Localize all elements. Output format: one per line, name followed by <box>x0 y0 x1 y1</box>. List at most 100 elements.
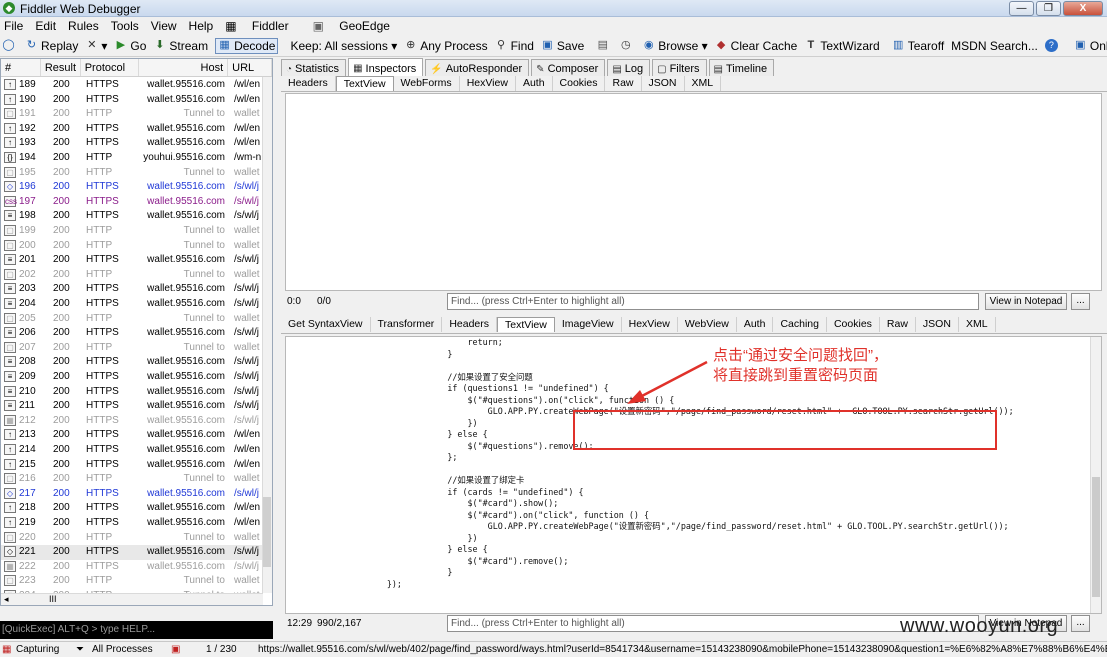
table-row[interactable]: ↑ 215 200 HTTPS wallet.95516.com/wl/en <box>1 458 263 473</box>
any-process-button[interactable]: ⊕ Any Process <box>404 39 487 53</box>
response-tab-get-syntaxview[interactable]: Get SyntaxView <box>281 317 371 332</box>
response-tab-textview[interactable]: TextView <box>497 317 555 332</box>
table-row[interactable]: ▦ 222 200 HTTPS wallet.95516.com/s/wl/j <box>1 560 263 575</box>
request-tab-auth[interactable]: Auth <box>516 76 553 91</box>
response-tab-xml[interactable]: XML <box>959 317 996 332</box>
scrollbar-thumb[interactable] <box>263 497 271 567</box>
help-button[interactable]: ? <box>1044 39 1061 52</box>
tab-statistics[interactable]: ◔ Statistics <box>281 59 347 76</box>
col-header-host[interactable]: Host <box>139 59 229 76</box>
response-tab-headers[interactable]: Headers <box>442 317 498 332</box>
textwizard-button[interactable]: T TextWizard <box>804 39 879 53</box>
remove-button[interactable]: ✕ ▾ <box>85 39 107 53</box>
request-text-view[interactable] <box>285 93 1102 291</box>
online-button[interactable]: ▣Online <box>1074 39 1107 53</box>
stream-button[interactable]: ⬇ Stream <box>153 39 208 53</box>
table-row[interactable]: ≡ 211 200 HTTPS wallet.95516.com/s/wl/j <box>1 399 263 414</box>
menu-help[interactable]: Help <box>189 19 214 33</box>
table-row[interactable]: ↑ 189 200 HTTPS wallet.95516.com/wl/en <box>1 78 263 93</box>
table-row[interactable]: ◇ 217 200 HTTPS wallet.95516.com/s/wl/j <box>1 487 263 502</box>
menu-edit[interactable]: Edit <box>35 19 56 33</box>
comment-button[interactable]: ◯ <box>2 39 18 52</box>
response-tab-cookies[interactable]: Cookies <box>827 317 880 332</box>
response-text-view[interactable]: return; } //如果设置了安全问题 if (questions1 != … <box>285 336 1102 614</box>
table-row[interactable]: ▢ 200 200 HTTP Tunnel to wallet <box>1 239 263 254</box>
table-row[interactable]: ▢ 207 200 HTTP Tunnel to wallet <box>1 341 263 356</box>
table-row[interactable]: ↑ 219 200 HTTPS wallet.95516.com/wl/en <box>1 516 263 531</box>
table-row[interactable]: {} 194 200 HTTP youhui.95516.com/wm-n <box>1 151 263 166</box>
tab-composer[interactable]: ✎ Composer <box>531 59 606 76</box>
table-row[interactable]: ◇ 221 200 HTTPS wallet.95516.com/s/wl/j <box>1 545 263 560</box>
request-tab-headers[interactable]: Headers <box>281 76 336 91</box>
table-row[interactable]: ≡ 204 200 HTTPS wallet.95516.com/s/wl/j <box>1 297 263 312</box>
msdn-search-field[interactable]: MSDN Search... <box>951 39 1038 53</box>
response-tab-auth[interactable]: Auth <box>737 317 774 332</box>
table-row[interactable]: ≡ 203 200 HTTPS wallet.95516.com/s/wl/j <box>1 282 263 297</box>
col-header-num[interactable]: # <box>1 59 41 76</box>
maximize-button[interactable]: ❐ <box>1036 1 1061 16</box>
menu-view[interactable]: View <box>151 19 177 33</box>
request-tab-hexview[interactable]: HexView <box>460 76 516 91</box>
quickexec-input[interactable]: [QuickExec] ALT+Q > type HELP... <box>0 621 273 639</box>
decode-button[interactable]: ▦ Decode <box>215 37 279 54</box>
table-row[interactable]: ↑ 213 200 HTTPS wallet.95516.com/wl/en <box>1 428 263 443</box>
table-row[interactable]: ≡ 201 200 HTTPS wallet.95516.com/s/wl/j <box>1 253 263 268</box>
minimize-button[interactable]: — <box>1009 1 1034 16</box>
replay-button[interactable]: ↻ Replay <box>25 39 78 53</box>
table-row[interactable]: ↑ 193 200 HTTPS wallet.95516.com/wl/en <box>1 136 263 151</box>
find-button[interactable]: ⚲ Find <box>495 39 534 53</box>
table-row[interactable]: ▦ 212 200 HTTPS wallet.95516.com/s/wl/j <box>1 414 263 429</box>
table-row[interactable]: ≡ 209 200 HTTPS wallet.95516.com/s/wl/j <box>1 370 263 385</box>
scroll-left-arrow-icon[interactable]: ◂ <box>4 594 9 605</box>
table-row[interactable]: ↑ 190 200 HTTPS wallet.95516.com/wl/en <box>1 93 263 108</box>
table-row[interactable]: ▢ 220 200 HTTP Tunnel to wallet <box>1 531 263 546</box>
table-row[interactable]: ▢ 191 200 HTTP Tunnel to wallet <box>1 107 263 122</box>
scrollbar-thumb[interactable] <box>1092 477 1100 597</box>
response-vertical-scrollbar[interactable] <box>1090 337 1101 613</box>
response-tab-json[interactable]: JSON <box>916 317 959 332</box>
screenshot-button[interactable]: ▤ <box>596 39 612 52</box>
response-tab-imageview[interactable]: ImageView <box>555 317 622 332</box>
response-tab-raw[interactable]: Raw <box>880 317 916 332</box>
keep-sessions-dropdown[interactable]: Keep: All sessions ▾ <box>290 39 397 53</box>
response-tab-webview[interactable]: WebView <box>678 317 737 332</box>
request-tab-json[interactable]: JSON <box>642 76 685 91</box>
col-header-protocol[interactable]: Protocol <box>81 59 139 76</box>
table-row[interactable]: ▢ 223 200 HTTP Tunnel to wallet <box>1 574 263 589</box>
go-button[interactable]: ▶ Go <box>114 39 147 53</box>
table-row[interactable]: ▢ 216 200 HTTP Tunnel to wallet <box>1 472 263 487</box>
request-tab-webforms[interactable]: WebForms <box>394 76 460 91</box>
table-row[interactable]: ≡ 206 200 HTTPS wallet.95516.com/s/wl/j <box>1 326 263 341</box>
request-tab-xml[interactable]: XML <box>685 76 722 91</box>
response-tab-transformer[interactable]: Transformer <box>371 317 443 332</box>
tab-inspectors[interactable]: ▦ Inspectors <box>348 58 424 76</box>
table-row[interactable]: ≡ 210 200 HTTPS wallet.95516.com/s/wl/j <box>1 385 263 400</box>
session-vertical-scrollbar[interactable] <box>262 77 272 593</box>
capturing-status[interactable]: Capturing <box>16 644 59 655</box>
table-row[interactable]: css 197 200 HTTPS wallet.95516.com/s/wl/j <box>1 195 263 210</box>
response-tab-hexview[interactable]: HexView <box>622 317 678 332</box>
browse-button[interactable]: ◉ Browse ▾ <box>642 39 708 53</box>
tab-timeline[interactable]: ▤ Timeline <box>708 59 775 76</box>
table-row[interactable]: ▢ 205 200 HTTP Tunnel to wallet <box>1 312 263 327</box>
request-view-in-notepad-button[interactable]: View in Notepad <box>985 293 1067 310</box>
table-row[interactable]: ≡ 208 200 HTTPS wallet.95516.com/s/wl/j <box>1 355 263 370</box>
table-row[interactable]: ↑ 192 200 HTTPS wallet.95516.com/wl/en <box>1 122 263 137</box>
response-more-button[interactable]: ... <box>1071 615 1090 632</box>
timer-button[interactable]: ◷ <box>619 39 635 52</box>
request-tab-raw[interactable]: Raw <box>605 76 642 91</box>
table-row[interactable]: ▢ 199 200 HTTP Tunnel to wallet <box>1 224 263 239</box>
tearoff-button[interactable]: ▥ Tearoff <box>892 39 944 53</box>
tab-log[interactable]: ▤ Log <box>607 59 651 76</box>
table-row[interactable]: ◇ 196 200 HTTPS wallet.95516.com/s/wl/j <box>1 180 263 195</box>
menu-file[interactable]: File <box>4 19 23 33</box>
response-tab-caching[interactable]: Caching <box>773 317 827 332</box>
table-row[interactable]: ≡ 198 200 HTTPS wallet.95516.com/s/wl/j <box>1 209 263 224</box>
menu-fiddler[interactable]: ▦ Fiddler <box>225 19 300 33</box>
menu-geoedge[interactable]: ▣ GeoEdge <box>313 19 402 33</box>
table-row[interactable]: ↑ 214 200 HTTPS wallet.95516.com/wl/en <box>1 443 263 458</box>
tab-autoresponder[interactable]: ⚡ AutoResponder <box>425 59 530 76</box>
col-header-result[interactable]: Result <box>41 59 81 76</box>
col-header-url[interactable]: URL <box>228 59 272 76</box>
request-tab-textview[interactable]: TextView <box>335 76 394 91</box>
